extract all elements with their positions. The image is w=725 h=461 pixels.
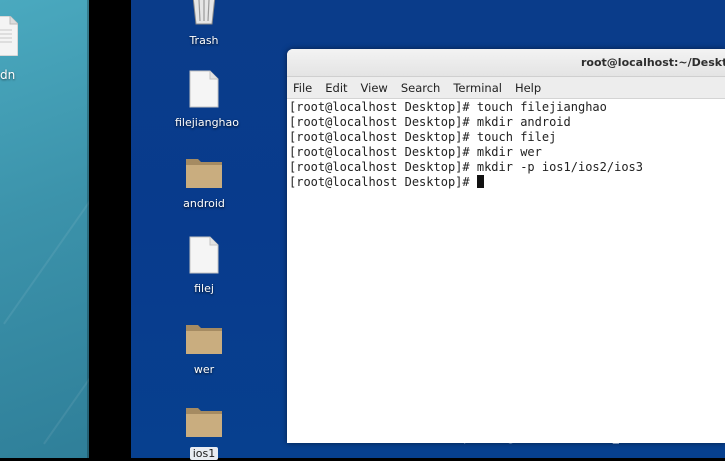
terminal-prompt-line: [root@localhost Desktop]# bbox=[289, 175, 725, 190]
file-icon bbox=[189, 236, 219, 274]
desktop-icon-filejianghao[interactable]: filejianghao bbox=[175, 70, 240, 129]
desktop-icon-label: android bbox=[183, 197, 225, 210]
terminal-line: [root@localhost Desktop]# mkdir -p ios1/… bbox=[289, 160, 644, 174]
menu-help[interactable]: Help bbox=[515, 81, 541, 95]
desktop-icon-filej[interactable]: filej bbox=[175, 236, 233, 295]
window-title: root@localhost:~/Deskto bbox=[581, 56, 725, 69]
terminal-menubar: File Edit View Search Terminal Help bbox=[287, 77, 725, 99]
terminal-output[interactable]: [root@localhost Desktop]# touch filejian… bbox=[287, 99, 725, 190]
desktop-icon-label: filej bbox=[194, 282, 214, 295]
black-gap bbox=[89, 0, 131, 458]
desktop-icon-wer[interactable]: wer bbox=[175, 321, 233, 376]
watermark: https://blog.csdn.net/weixin_44230881 bbox=[446, 430, 681, 444]
menu-view[interactable]: View bbox=[361, 81, 388, 95]
terminal-titlebar[interactable]: root@localhost:~/Deskto bbox=[287, 49, 725, 77]
terminal-line: [root@localhost Desktop]# touch filejian… bbox=[289, 100, 607, 114]
menu-terminal[interactable]: Terminal bbox=[453, 81, 502, 95]
terminal-window[interactable]: root@localhost:~/Deskto File Edit View S… bbox=[287, 49, 725, 443]
folder-icon bbox=[186, 408, 222, 437]
terminal-cursor bbox=[476, 175, 484, 188]
file-icon[interactable] bbox=[0, 16, 18, 56]
terminal-line: [root@localhost Desktop]# mkdir android bbox=[289, 115, 571, 129]
folder-icon bbox=[186, 325, 222, 354]
wallpaper-streak bbox=[3, 77, 89, 325]
desktop-icon-ios1[interactable]: ios1 bbox=[175, 404, 233, 461]
menu-edit[interactable]: Edit bbox=[325, 81, 347, 95]
desktop-icon-label: Trash bbox=[189, 34, 219, 47]
terminal-line: [root@localhost Desktop]# touch filej bbox=[289, 130, 557, 144]
desktop-icon-android[interactable]: android bbox=[175, 155, 233, 210]
left-desktop-strip: dn bbox=[0, 0, 89, 458]
file-icon bbox=[189, 70, 219, 108]
menu-file[interactable]: File bbox=[293, 81, 312, 95]
desktop-icon-trash[interactable]: Trash bbox=[175, 0, 233, 47]
terminal-prompt: [root@localhost Desktop]# bbox=[289, 175, 477, 189]
desktop-icon-label: filejianghao bbox=[175, 116, 240, 129]
desktop-icon-label: dn bbox=[0, 68, 16, 82]
menu-search[interactable]: Search bbox=[401, 81, 441, 95]
desktop-icon-label-selected: ios1 bbox=[189, 447, 219, 460]
terminal-line: [root@localhost Desktop]# mkdir wer bbox=[289, 145, 542, 159]
desktop-icon-label: wer bbox=[193, 363, 215, 376]
folder-icon bbox=[186, 159, 222, 188]
trash-icon bbox=[192, 0, 216, 25]
